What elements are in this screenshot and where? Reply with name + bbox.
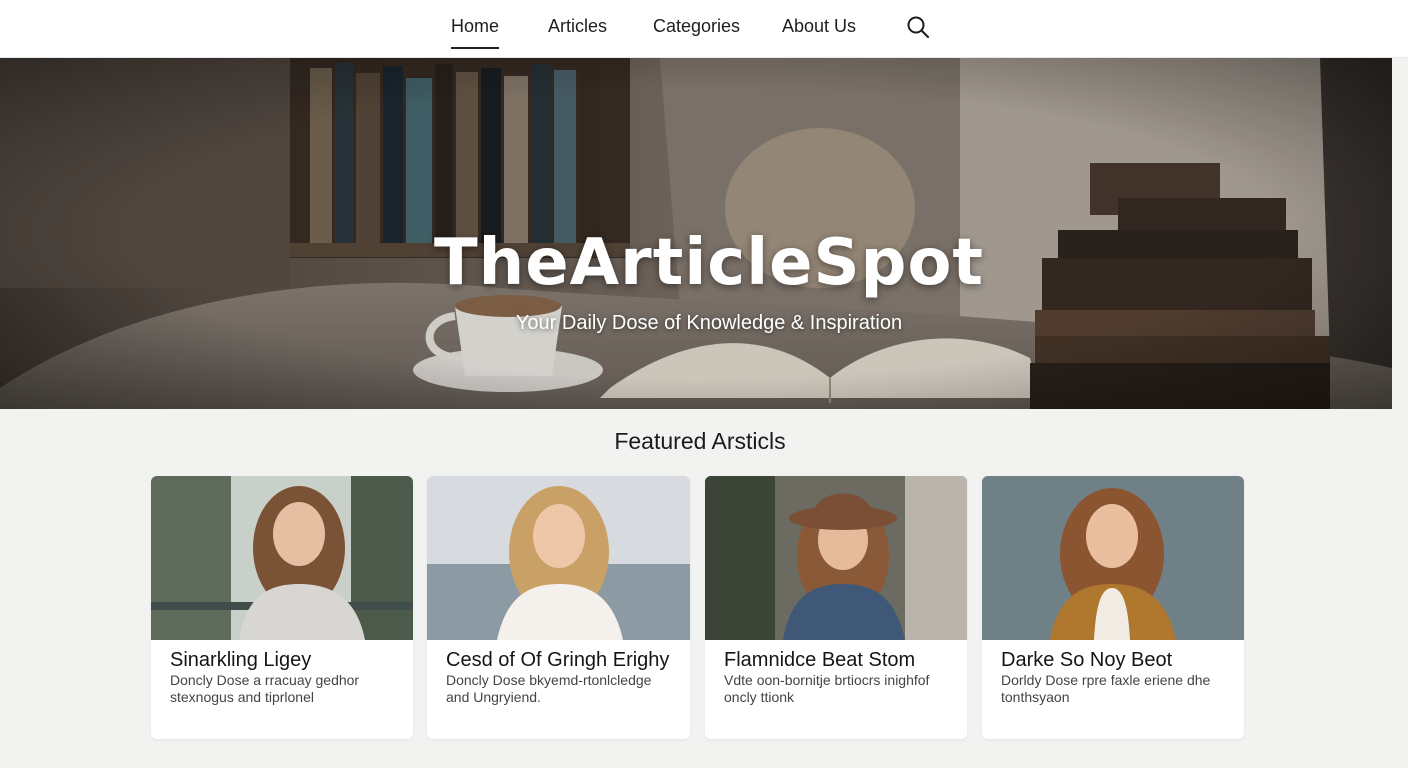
- article-card-title: Flamnidce Beat Stom: [724, 649, 916, 671]
- article-card-image: [982, 476, 1244, 640]
- nav-home-link[interactable]: Home: [451, 16, 500, 49]
- article-card-excerpt: Doncly Dose a rracuay gedhor stexnogus a…: [170, 672, 360, 705]
- article-card[interactable]: Flamnidce Beat Stom Vdte oon-bornitje br…: [705, 476, 967, 739]
- article-card[interactable]: Sinarkling Ligey Doncly Dose a rracuay g…: [151, 476, 413, 739]
- site-title: TheArticleSpot: [434, 226, 984, 300]
- hero-banner: TheArticleSpot Your Daily Dose of Knowle…: [0, 58, 1392, 409]
- nav-articles-link[interactable]: Articles: [548, 16, 607, 37]
- article-card-image: [427, 476, 690, 640]
- featured-heading: Featured Arsticls: [614, 428, 786, 454]
- article-card[interactable]: Cesd of Of Gringh Erighy Doncly Dose bky…: [427, 476, 690, 739]
- article-card-title: Sinarkling Ligey: [170, 649, 312, 671]
- article-card-image: [151, 476, 413, 640]
- nav-about-link[interactable]: About Us: [782, 16, 856, 37]
- article-card[interactable]: Darke So Noy Beot Dorldy Dose rpre faxle…: [982, 476, 1244, 739]
- article-card-excerpt: Vdte oon-bornitje brtiocrs inighfof oncl…: [724, 672, 930, 705]
- article-card-excerpt: Dorldy Dose rpre faxle eriene dhe tonths…: [1001, 672, 1211, 705]
- site-tagline: Your Daily Dose of Knowledge & Inspirati…: [515, 312, 903, 334]
- page-gutter: [1392, 58, 1408, 409]
- article-card-excerpt: Doncly Dose bkyemd-rtonlcledge and Ungry…: [446, 672, 652, 705]
- article-card-image: [705, 476, 967, 640]
- article-card-title: Darke So Noy Beot: [1001, 649, 1173, 671]
- top-navigation: Home Articles Categories About Us: [0, 0, 1408, 58]
- article-card-title: Cesd of Of Gringh Erighy: [446, 649, 670, 671]
- nav-categories-link[interactable]: Categories: [653, 16, 740, 37]
- search-icon[interactable]: [905, 14, 931, 40]
